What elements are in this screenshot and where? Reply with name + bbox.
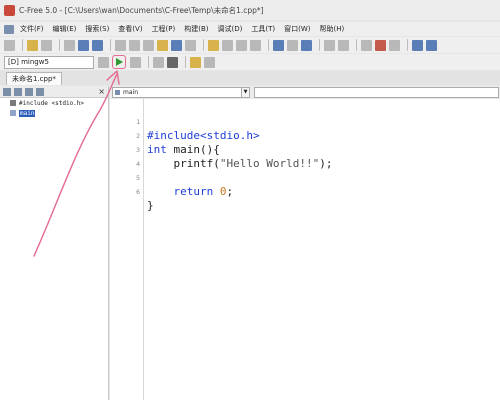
- cut-icon[interactable]: [129, 39, 140, 51]
- debug-icon[interactable]: [190, 56, 201, 68]
- list-view-icon[interactable]: [36, 87, 44, 96]
- comment-icon[interactable]: [287, 39, 298, 51]
- open-folder-icon[interactable]: [27, 39, 38, 51]
- outline-toolbar: ×: [0, 86, 108, 98]
- menu-project[interactable]: 工程(P): [152, 24, 176, 34]
- toolbar-separator: [110, 39, 111, 51]
- dropdown-arrow-icon[interactable]: [41, 39, 52, 51]
- outline-panel: × #include <stdio.h> main: [0, 86, 109, 400]
- close-icon[interactable]: ×: [98, 87, 105, 96]
- app-menu-icon[interactable]: [4, 24, 14, 34]
- code-line: 2 int main(){: [110, 115, 500, 156]
- window-title: C-Free 5.0 - [C:\Users\wan\Documents\C-F…: [19, 5, 264, 15]
- new-file-icon[interactable]: [4, 39, 15, 51]
- toolbar-separator: [59, 39, 60, 51]
- menu-file[interactable]: 文件(F): [20, 24, 44, 34]
- redo-icon[interactable]: [185, 39, 196, 51]
- include-icon: [10, 100, 16, 106]
- toolbar-separator: [22, 39, 23, 51]
- code-text: }: [147, 199, 154, 212]
- editor-header: main ▼: [110, 86, 500, 98]
- tab-file[interactable]: 未命名1.cpp*: [6, 72, 62, 85]
- toolbar-separator: [356, 39, 357, 51]
- main-toolbar: [0, 37, 500, 53]
- menu-view[interactable]: 查看(V): [118, 24, 142, 34]
- compile-icon[interactable]: [153, 56, 164, 68]
- code-text: return 0;: [173, 185, 234, 198]
- build-toolbar: [D] mingw5: [0, 54, 500, 70]
- function-icon: [10, 110, 16, 116]
- outline-item-label: main: [19, 109, 36, 117]
- format-icon[interactable]: [273, 39, 284, 51]
- run-button[interactable]: [112, 55, 126, 69]
- symbol-select[interactable]: [254, 86, 499, 98]
- outline-item-main[interactable]: main: [0, 108, 108, 118]
- bookmark-next-icon[interactable]: [375, 39, 386, 51]
- close-file-icon[interactable]: [64, 39, 75, 51]
- function-icon: [115, 89, 120, 95]
- chevron-down-icon[interactable]: ▼: [242, 86, 250, 98]
- uncomment-icon[interactable]: [301, 39, 312, 51]
- undo-icon[interactable]: [171, 39, 182, 51]
- toolbar-separator: [407, 39, 408, 51]
- print-icon[interactable]: [115, 39, 126, 51]
- replace-icon[interactable]: [236, 39, 247, 51]
- play-icon: [115, 58, 123, 66]
- code-line: 4: [110, 143, 500, 168]
- code-line: 6 }: [110, 171, 500, 212]
- toolbar-separator: [268, 39, 269, 51]
- paste-icon[interactable]: [157, 39, 168, 51]
- app-logo-icon: [4, 4, 15, 16]
- toolbar-separator: [185, 56, 186, 68]
- title-bar: C-Free 5.0 - [C:\Users\wan\Documents\C-F…: [0, 0, 500, 20]
- about-icon[interactable]: [426, 39, 437, 51]
- compiler-select[interactable]: [D] mingw5: [4, 55, 94, 69]
- compiler-settings-icon[interactable]: [98, 56, 109, 68]
- code-line: 1 #include<stdio.h>: [110, 101, 500, 142]
- find-icon[interactable]: [208, 39, 219, 51]
- class-view-icon[interactable]: [14, 87, 22, 96]
- file-tab-strip: 未命名1.cpp*: [0, 71, 500, 85]
- toolbar-separator: [319, 39, 320, 51]
- menu-search[interactable]: 搜索(S): [85, 24, 109, 34]
- menu-help[interactable]: 帮助(H): [320, 24, 345, 34]
- menu-edit[interactable]: 编辑(E): [53, 24, 77, 34]
- function-select-value: main: [123, 88, 138, 96]
- code-editor[interactable]: 1 #include<stdio.h> 2 int main(){ 3 prin…: [110, 99, 500, 400]
- build-icon[interactable]: [167, 56, 178, 68]
- menu-build[interactable]: 构建(B): [184, 24, 208, 34]
- code-line: 5 return 0;: [110, 157, 500, 198]
- code-area[interactable]: 1 #include<stdio.h> 2 int main(){ 3 prin…: [110, 101, 500, 212]
- back-icon[interactable]: [324, 39, 335, 51]
- outline-item-label: #include <stdio.h>: [19, 99, 85, 107]
- menu-bar: 文件(F) 编辑(E) 搜索(S) 查看(V) 工程(P) 构建(B) 调试(D…: [0, 22, 500, 36]
- sort-icon[interactable]: [3, 87, 11, 96]
- code-line: 3 printf("Hello World!!");: [110, 129, 500, 170]
- goto-icon[interactable]: [250, 39, 261, 51]
- outline-item-include[interactable]: #include <stdio.h>: [0, 98, 108, 108]
- line-number: 6: [136, 188, 140, 196]
- bookmark-icon[interactable]: [361, 39, 372, 51]
- save-all-icon[interactable]: [92, 39, 103, 51]
- menu-debug[interactable]: 调试(D): [218, 24, 243, 34]
- menu-window[interactable]: 窗口(W): [284, 24, 310, 34]
- toolbar-separator: [203, 39, 204, 51]
- forward-icon[interactable]: [338, 39, 349, 51]
- bookmark-prev-icon[interactable]: [389, 39, 400, 51]
- help-icon[interactable]: [412, 39, 423, 51]
- menu-tools[interactable]: 工具(T): [251, 24, 275, 34]
- find-next-icon[interactable]: [222, 39, 233, 51]
- save-icon[interactable]: [78, 39, 89, 51]
- copy-icon[interactable]: [143, 39, 154, 51]
- function-select[interactable]: main: [112, 86, 242, 98]
- toolbar-separator: [148, 56, 149, 68]
- debug-step-icon[interactable]: [204, 56, 215, 68]
- stop-icon[interactable]: [130, 56, 141, 68]
- file-view-icon[interactable]: [25, 87, 33, 96]
